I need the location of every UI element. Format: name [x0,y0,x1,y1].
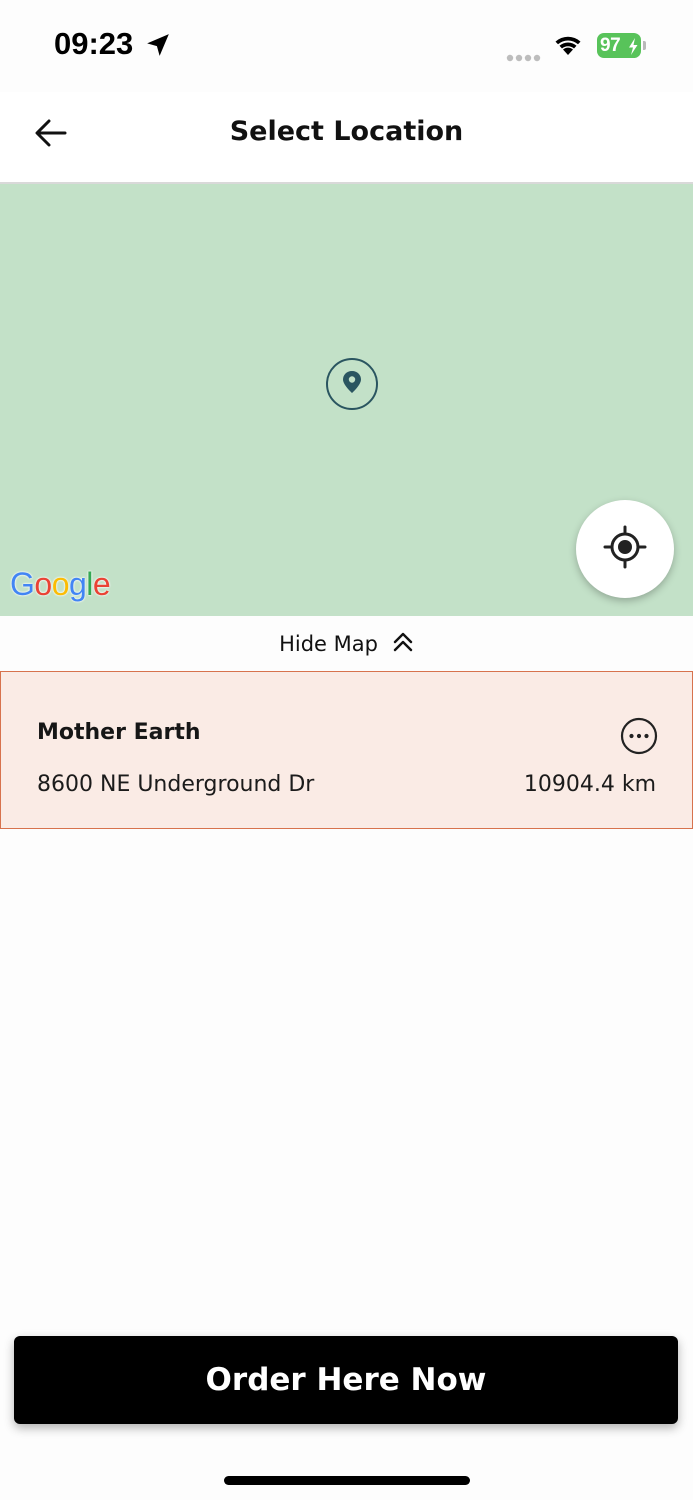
battery-tip [643,41,646,50]
battery-indicator: 97 [597,33,641,58]
crosshair-icon [603,525,647,573]
more-horizontal-icon [620,717,658,759]
location-arrow-icon [145,32,171,62]
google-logo: Google [10,566,111,602]
map-view[interactable]: Google [0,184,693,616]
order-here-now-button[interactable]: Order Here Now [14,1336,678,1424]
wifi-icon [552,33,584,61]
status-time: 09:23 [54,26,134,61]
hide-map-label: Hide Map [279,632,378,656]
cellular-signal-icon [506,47,542,66]
location-distance: 10904.4 km [523,772,656,797]
status-bar: 09:23 97 [0,0,693,92]
map-pin-marker[interactable] [326,358,378,410]
charging-bolt-icon [628,37,638,62]
location-address: 8600 NE Underground Dr [37,772,315,797]
more-options-button[interactable] [620,717,658,755]
location-card[interactable]: Mother Earth 8600 NE Underground Dr 1090… [0,671,693,829]
current-location-button[interactable] [576,500,674,598]
hide-map-toggle[interactable]: Hide Map [0,616,693,672]
header: Select Location [0,92,693,184]
page-title: Select Location [229,116,464,147]
map-pin-icon [341,370,363,398]
home-indicator [224,1476,470,1485]
double-chevron-up-icon [392,631,414,657]
location-name: Mother Earth [37,720,201,745]
battery-level: 97 [600,35,621,56]
